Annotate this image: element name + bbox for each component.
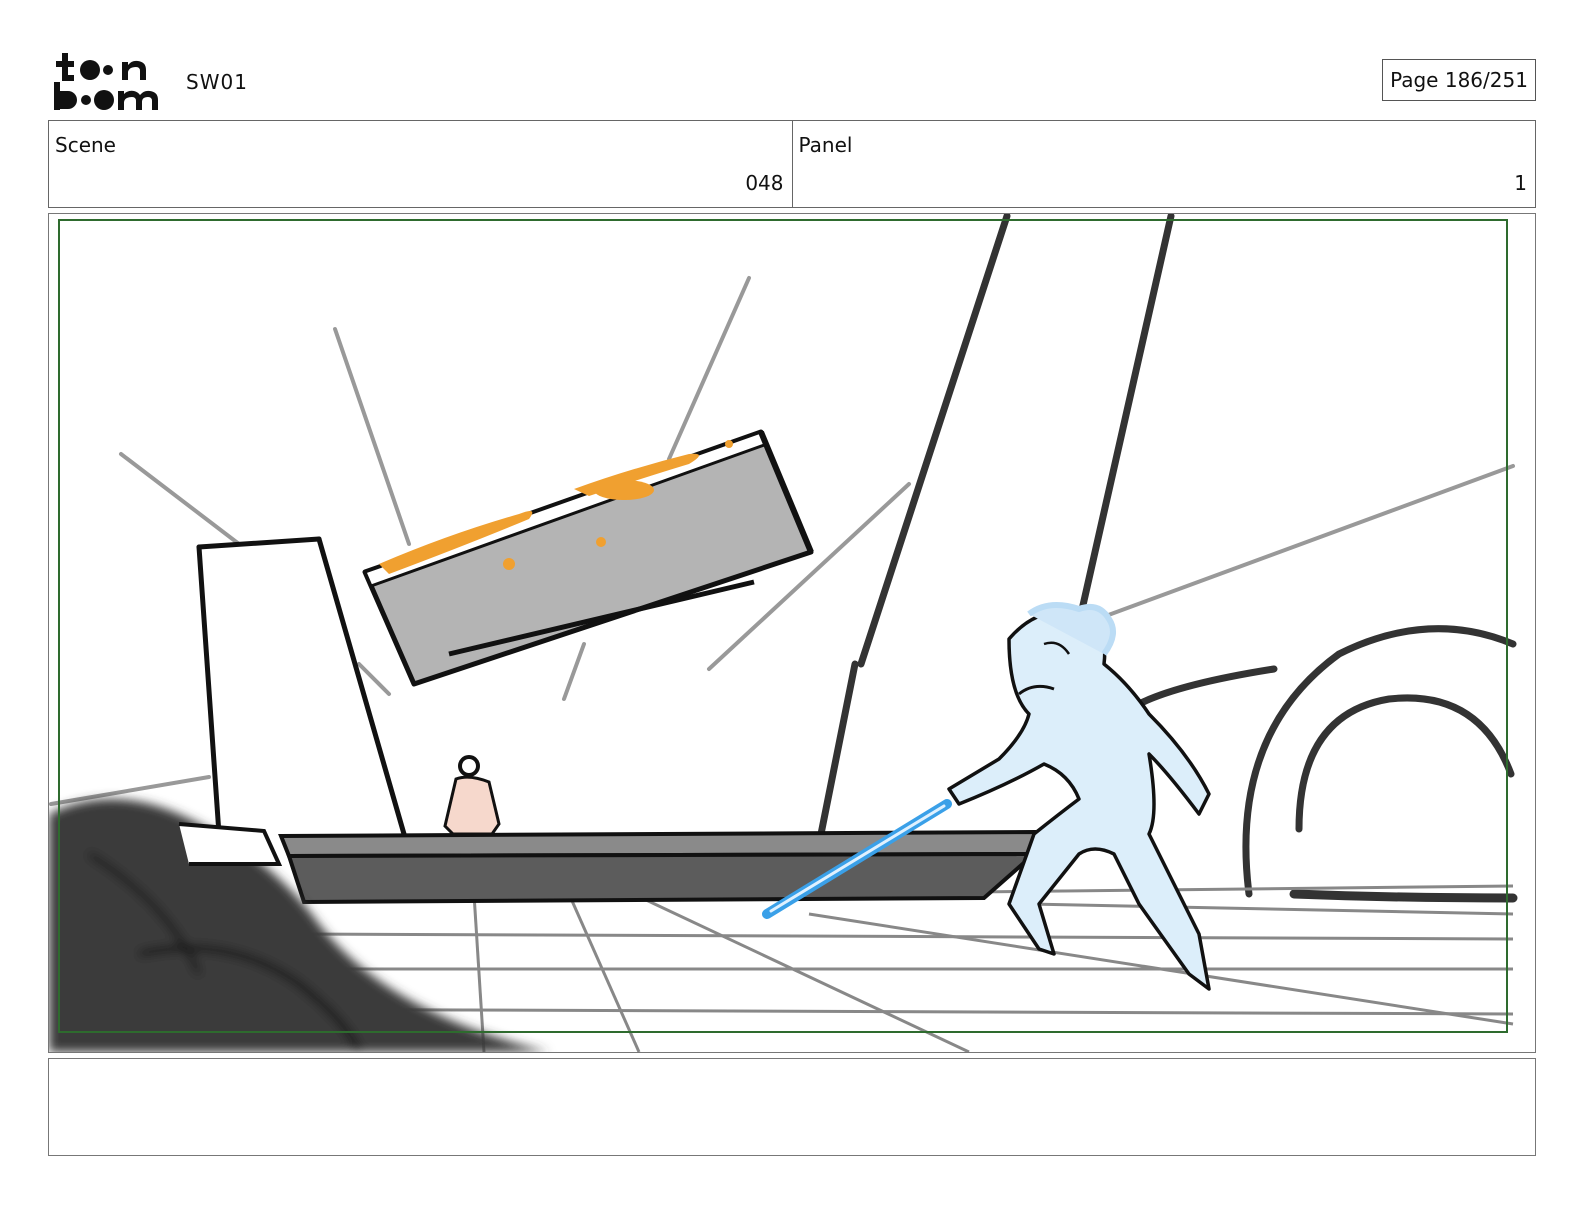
scene-cell: Scene 048 xyxy=(49,121,792,207)
storyboard-sketch xyxy=(49,214,1535,1052)
project-title: SW01 xyxy=(186,70,248,94)
panel-number: 1 xyxy=(1514,171,1527,195)
scene-label: Scene xyxy=(55,133,116,157)
scene-number: 048 xyxy=(745,171,784,195)
platform xyxy=(278,829,1040,905)
page-indicator: Page 186/251 xyxy=(1382,59,1536,101)
panel-cell: Panel 1 xyxy=(791,121,1536,207)
toon-boom-logo xyxy=(52,50,164,112)
panel-notes xyxy=(48,1058,1536,1156)
toon-boom-logo-mark xyxy=(54,53,158,110)
storyboard-panel-image xyxy=(48,213,1536,1053)
scene-panel-info: Scene 048 Panel 1 xyxy=(48,120,1536,208)
panel-label: Panel xyxy=(798,133,853,157)
